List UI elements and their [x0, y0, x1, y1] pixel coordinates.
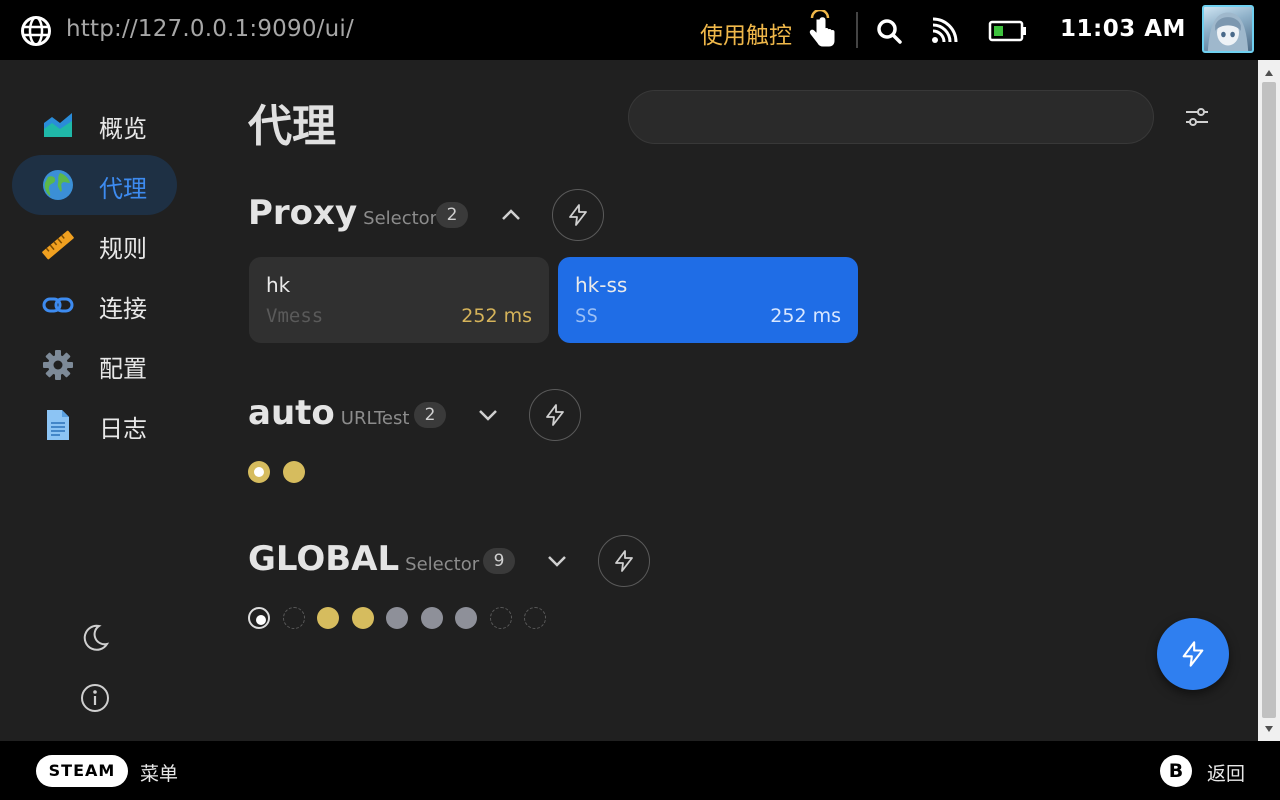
lightning-icon	[1182, 641, 1204, 667]
proxies-page: 代理 Proxy Selector 2 hk Vmess 252 ms hk-s…	[190, 60, 1258, 741]
topbar-divider	[856, 12, 858, 48]
chevron-up-icon[interactable]	[499, 203, 523, 227]
globe-icon[interactable]	[20, 15, 52, 47]
group-header-proxy: Proxy Selector	[248, 193, 437, 243]
proxy-status-dot[interactable]	[283, 461, 305, 483]
group-name: GLOBAL	[248, 539, 400, 579]
group-count-badge: 2	[436, 202, 468, 228]
sidebar-item-proxies[interactable]: 代理	[12, 155, 177, 215]
sidebar-item-label: 日志	[99, 415, 147, 443]
proxy-latency: 252 ms	[461, 305, 532, 327]
proxy-type: Vmess	[266, 305, 324, 327]
sidebar-item-config[interactable]: 配置	[12, 335, 177, 395]
sidebar-item-label: 连接	[99, 295, 147, 323]
menu-label: 菜单	[140, 763, 179, 785]
moon-icon[interactable]	[79, 622, 111, 654]
group-name: auto	[248, 393, 335, 433]
latency-test-button[interactable]	[529, 389, 581, 441]
wifi-icon[interactable]	[930, 17, 958, 45]
page-title: 代理	[248, 101, 336, 152]
sidebar-item-overview[interactable]: 概览	[12, 95, 177, 155]
bottom-controller-bar: STEAM 菜单 B 返回	[0, 741, 1280, 800]
back-label: 返回	[1207, 763, 1246, 785]
earth-icon	[43, 170, 73, 200]
vertical-scrollbar[interactable]	[1258, 60, 1280, 741]
scroll-down-arrow-icon[interactable]	[1264, 724, 1274, 734]
proxy-status-dot[interactable]	[386, 607, 408, 629]
document-icon	[47, 410, 69, 440]
test-all-latency-fab[interactable]	[1157, 618, 1229, 690]
proxy-status-dot[interactable]	[283, 607, 305, 629]
proxy-status-dot[interactable]	[455, 607, 477, 629]
lightning-icon	[615, 550, 633, 572]
proxy-status-dot[interactable]	[421, 607, 443, 629]
group-name: Proxy	[248, 193, 358, 233]
group-type: Selector	[405, 554, 480, 575]
proxy-status-dot[interactable]	[248, 461, 270, 483]
sidebar-item-label: 代理	[99, 175, 147, 203]
gear-icon	[43, 350, 73, 380]
sidebar-item-label: 配置	[99, 355, 147, 383]
link-icon	[42, 297, 74, 313]
chart-icon	[44, 113, 72, 137]
proxy-card-selected[interactable]: hk-ss SS 252 ms	[558, 257, 858, 343]
proxy-card[interactable]: hk Vmess 252 ms	[249, 257, 549, 343]
latency-test-button[interactable]	[598, 535, 650, 587]
proxy-status-dot[interactable]	[524, 607, 546, 629]
sliders-icon[interactable]	[1184, 104, 1210, 130]
battery-icon	[988, 20, 1026, 42]
touch-hand-icon[interactable]	[806, 10, 838, 50]
steam-button[interactable]: STEAM	[36, 755, 128, 787]
info-icon[interactable]	[79, 682, 111, 714]
proxy-status-dot[interactable]	[490, 607, 512, 629]
chevron-down-icon[interactable]	[476, 403, 500, 427]
lightning-icon	[569, 204, 587, 226]
user-avatar[interactable]	[1202, 5, 1254, 53]
sidebar-item-connections[interactable]: 连接	[12, 275, 177, 335]
scroll-up-arrow-icon[interactable]	[1264, 68, 1274, 78]
touch-mode-label[interactable]: 使用触控	[700, 16, 792, 50]
b-button[interactable]: B	[1160, 755, 1192, 787]
group-type: Selector	[363, 208, 438, 229]
group-count-badge: 9	[483, 548, 515, 574]
clock-time: 11:03 AM	[1060, 16, 1186, 42]
avatar-portrait-icon	[1207, 12, 1249, 51]
latency-test-button[interactable]	[552, 189, 604, 241]
scrollbar-thumb[interactable]	[1262, 82, 1276, 718]
proxy-status-dot[interactable]	[317, 607, 339, 629]
sidebar: 概览 代理 规则 连接 配置 日志	[0, 60, 190, 741]
group-header-auto: auto URLTest	[248, 393, 409, 443]
proxy-status-dot[interactable]	[248, 607, 270, 629]
sidebar-item-label: 概览	[99, 115, 147, 143]
search-icon[interactable]	[875, 17, 903, 45]
chevron-down-icon[interactable]	[545, 549, 569, 573]
proxy-name: hk-ss	[575, 273, 628, 297]
proxy-name: hk	[266, 273, 291, 297]
sidebar-item-label: 规则	[99, 235, 147, 263]
group-count-badge: 2	[414, 402, 446, 428]
sidebar-item-logs[interactable]: 日志	[12, 395, 177, 455]
sidebar-item-rules[interactable]: 规则	[12, 215, 177, 275]
proxy-status-dot[interactable]	[352, 607, 374, 629]
top-status-bar: http://127.0.0.1:9090/ui/ 使用触控 11:03 AM	[0, 0, 1280, 60]
ruler-icon	[42, 230, 74, 260]
search-input[interactable]	[628, 90, 1154, 144]
proxy-type: SS	[575, 305, 598, 327]
proxy-latency: 252 ms	[770, 305, 841, 327]
lightning-icon	[546, 404, 564, 426]
group-header-global: GLOBAL Selector	[248, 539, 479, 589]
url-text[interactable]: http://127.0.0.1:9090/ui/	[66, 16, 354, 42]
app-window: 概览 代理 规则 连接 配置 日志 代理 Proxy Selector 2 hk…	[0, 60, 1280, 741]
group-type: URLTest	[340, 408, 410, 429]
